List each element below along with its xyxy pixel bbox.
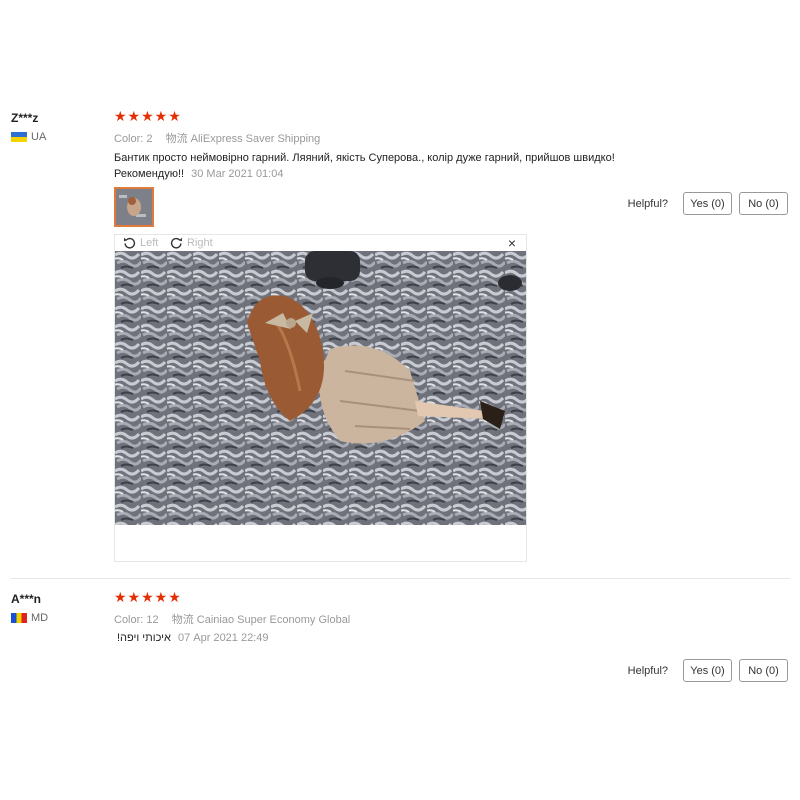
review-divider: [11, 578, 790, 579]
color-value: 2: [146, 133, 153, 145]
helpful-no-button[interactable]: No (0): [739, 192, 788, 215]
color-label: Color:: [114, 133, 144, 145]
helpful-yes-button[interactable]: Yes (0): [683, 659, 732, 682]
helpful-label: Helpful?: [627, 197, 668, 210]
reviewer-country: UA: [11, 131, 46, 143]
rotate-left-icon: [123, 237, 136, 249]
flag-icon: [11, 132, 27, 142]
review-photo: [115, 251, 526, 525]
color-value: 12: [146, 614, 159, 626]
review-body: איכותי ויפה! 07 Apr 2021 22:49: [117, 630, 677, 646]
rotate-left-button[interactable]: Left: [123, 236, 158, 249]
close-icon[interactable]: ×: [508, 235, 516, 251]
rotate-right-icon: [170, 237, 183, 249]
review-meta: Color: 12 物流 Cainiao Super Economy Globa…: [114, 611, 350, 627]
country-code: MD: [31, 612, 49, 624]
rotate-right-label: Right: [187, 236, 213, 249]
review-date: 30 Mar 2021 01:04: [191, 168, 284, 180]
star-rating: ★★★★★: [114, 108, 182, 124]
shipping-value: AliExpress Saver Shipping: [190, 133, 321, 145]
color-label: Color:: [114, 614, 144, 626]
reviewer-name: A***n: [11, 592, 42, 606]
helpful-no-button[interactable]: No (0): [739, 659, 788, 682]
helpful-yes-button[interactable]: Yes (0): [683, 192, 732, 215]
shipping-value: Cainiao Super Economy Global: [196, 614, 351, 626]
review-body: Бантик просто неймовірно гарний. Ляяний,…: [114, 150, 674, 182]
helpful-label: Helpful?: [627, 664, 668, 677]
review-text: Бантик просто неймовірно гарний. Ляяний,…: [114, 152, 615, 180]
review-photo-image: [115, 251, 526, 525]
photo-viewer-toolbar: Left Right ×: [115, 235, 526, 251]
flag-icon: [11, 613, 27, 623]
photo-viewer: Left Right ×: [114, 234, 527, 562]
review-photo-thumbnail[interactable]: [114, 187, 154, 227]
helpful-votes: Helpful? Yes (0) No (0): [628, 659, 788, 682]
rotate-right-button[interactable]: Right: [170, 236, 213, 249]
helpful-votes: Helpful? Yes (0) No (0): [628, 192, 788, 215]
shipping-label: 物流: [171, 614, 194, 626]
review-meta: Color: 2 物流 AliExpress Saver Shipping: [114, 130, 320, 146]
rotate-left-label: Left: [140, 236, 159, 249]
shipping-label: 物流: [165, 133, 188, 145]
reviewer-name: Z***z: [11, 111, 39, 125]
reviewer-country: MD: [11, 612, 48, 624]
star-rating: ★★★★★: [114, 589, 182, 605]
country-code: UA: [31, 131, 47, 143]
review-text: איכותי ויפה!: [117, 632, 171, 644]
review-date: 07 Apr 2021 22:49: [177, 632, 269, 644]
